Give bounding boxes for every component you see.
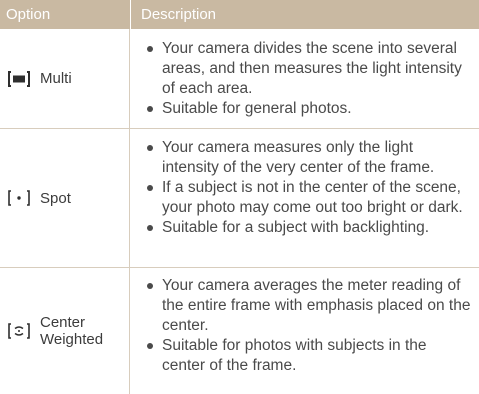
list-item: Your camera divides the scene into sever…: [131, 39, 479, 99]
description-cell-multi: Your camera divides the scene into sever…: [131, 39, 479, 119]
list-item: Your camera measures only the light inte…: [131, 138, 479, 178]
table-row-spot: Spot Your camera measures only the light…: [0, 129, 479, 268]
list-item: Suitable for photos with subjects in the…: [131, 336, 479, 376]
option-label-spot: Spot: [40, 189, 71, 207]
spot-metering-icon: [4, 189, 34, 207]
center-weighted-metering-icon: [4, 322, 34, 340]
table-row-multi: Multi Your camera divides the scene into…: [0, 29, 479, 129]
description-cell-spot: Your camera measures only the light inte…: [131, 138, 479, 238]
list-item: Suitable for a subject with backlighting…: [131, 218, 479, 238]
option-cell-spot: Spot: [0, 129, 129, 267]
option-label-multi: Multi: [40, 70, 72, 87]
list-item: Your camera averages the meter reading o…: [131, 276, 479, 336]
table-row-center-weighted: Center Weighted Your camera averages the…: [0, 268, 479, 394]
header-option: Option: [6, 6, 51, 23]
option-cell-center-weighted: Center Weighted: [0, 268, 129, 394]
list-item: Suitable for general photos.: [131, 99, 479, 119]
header-description: Description: [130, 0, 479, 29]
list-item: If a subject is not in the center of the…: [131, 178, 479, 218]
multi-metering-icon: [4, 70, 34, 88]
description-cell-center-weighted: Your camera averages the meter reading o…: [131, 276, 479, 376]
option-label-center-weighted: Center Weighted: [40, 314, 104, 348]
option-cell-multi: Multi: [0, 29, 129, 128]
table-header: Option Description: [0, 0, 479, 29]
